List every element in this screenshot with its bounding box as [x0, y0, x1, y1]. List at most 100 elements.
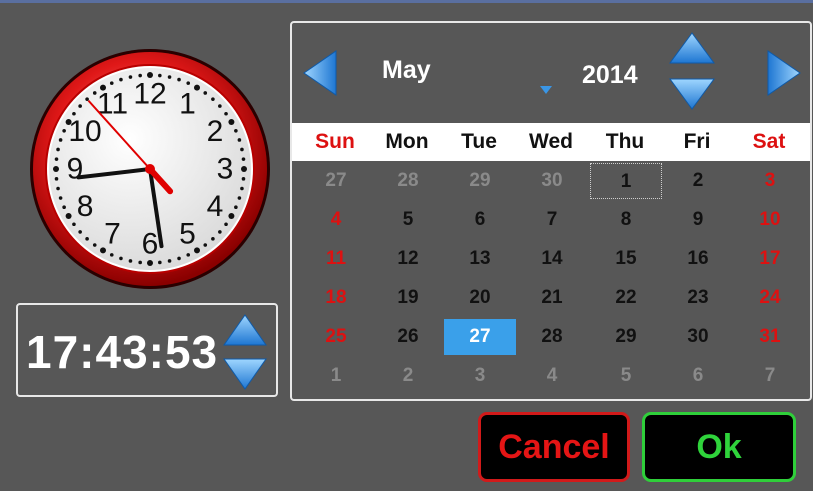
clock-tick — [56, 147, 60, 152]
clock-tick — [119, 77, 123, 82]
calendar-day-outside[interactable]: 28 — [372, 163, 444, 199]
clock-tick — [158, 260, 162, 265]
clock-tick — [177, 77, 181, 82]
calendar-day[interactable]: 20 — [444, 280, 516, 316]
clock-tick — [62, 128, 66, 133]
arrow-right-icon — [767, 50, 801, 96]
clock-tick — [72, 222, 76, 227]
calendar-day[interactable]: 14 — [516, 241, 588, 277]
clock-tick — [241, 157, 246, 161]
clock-tick — [218, 230, 222, 234]
day-grid: 27 28 29 30 1 2 3 4 5 6 7 8 9 10 11 12 13 14 15 16 17 18 19 20 2… — [292, 163, 810, 399]
calendar-day-outside[interactable]: 1 — [300, 358, 372, 394]
calendar-day[interactable]: 2 — [662, 163, 734, 199]
calendar: May 2014 Sun Mon Tue Wed Thu Fri Sat 27 … — [290, 21, 812, 401]
month-label[interactable]: May — [382, 56, 431, 85]
weekday-fri: Fri — [683, 130, 711, 153]
calendar-day[interactable]: 6 — [444, 202, 516, 238]
calendar-day[interactable]: 25 — [300, 319, 372, 355]
calendar-day[interactable]: 23 — [662, 280, 734, 316]
clock-tick — [240, 186, 244, 191]
clock-tick — [167, 75, 172, 79]
calendar-day[interactable]: 3 — [734, 163, 806, 199]
calendar-day[interactable]: 16 — [662, 241, 734, 277]
calendar-day[interactable]: 7 — [516, 202, 588, 238]
calendar-day[interactable]: 28 — [516, 319, 588, 355]
calendar-day[interactable]: 8 — [590, 202, 662, 238]
clock-center-pin — [145, 164, 155, 174]
clock-tick — [78, 230, 82, 234]
clock-number: 9 — [67, 153, 84, 186]
calendar-day-outside[interactable]: 3 — [444, 358, 516, 394]
clock-tick — [53, 166, 59, 172]
calendar-day-outside[interactable]: 30 — [516, 163, 588, 199]
clock-tick — [241, 166, 247, 172]
clock-tick — [234, 128, 238, 133]
next-month-button[interactable] — [766, 49, 802, 97]
month-dropdown-button[interactable] — [538, 83, 554, 95]
ok-button[interactable]: Ok — [642, 412, 796, 482]
calendar-day[interactable]: 21 — [516, 280, 588, 316]
arrow-down-icon — [223, 358, 267, 390]
year-down-button[interactable] — [668, 77, 716, 111]
calendar-day[interactable]: 9 — [662, 202, 734, 238]
calendar-day-outside[interactable]: 6 — [662, 358, 734, 394]
calendar-day[interactable]: 13 — [444, 241, 516, 277]
clock-tick — [237, 138, 242, 142]
date-time-picker-dialog: 12 1 2 3 4 5 6 7 8 9 10 11 17:43:53 May … — [0, 0, 813, 491]
clock-tick — [211, 237, 215, 241]
calendar-day[interactable]: 17 — [734, 241, 806, 277]
clock-tick — [186, 253, 191, 257]
time-display[interactable]: 17:43:53 — [26, 325, 218, 379]
clock-tick — [56, 186, 60, 191]
analog-clock: 12 1 2 3 4 5 6 7 8 9 10 11 — [28, 47, 272, 291]
time-down-button[interactable] — [222, 357, 268, 391]
calendar-day[interactable]: 11 — [300, 241, 372, 277]
calendar-day[interactable]: 18 — [300, 280, 372, 316]
year-up-button[interactable] — [668, 31, 716, 65]
calendar-day[interactable]: 26 — [372, 319, 444, 355]
calendar-day-outside[interactable]: 29 — [444, 163, 516, 199]
clock-tick — [138, 260, 142, 265]
cancel-button[interactable]: Cancel — [478, 412, 630, 482]
calendar-day[interactable]: 15 — [590, 241, 662, 277]
calendar-day[interactable]: 12 — [372, 241, 444, 277]
calendar-day[interactable]: 29 — [590, 319, 662, 355]
calendar-day[interactable]: 19 — [372, 280, 444, 316]
clock-tick — [54, 177, 59, 181]
chevron-down-icon — [540, 86, 552, 94]
calendar-day[interactable]: 1 — [590, 163, 662, 199]
clock-number: 6 — [142, 228, 159, 261]
calendar-day[interactable]: 27 — [444, 319, 516, 355]
calendar-day[interactable]: 31 — [734, 319, 806, 355]
weekday-header-row: Sun Mon Tue Wed Thu Fri Sat — [292, 123, 810, 161]
weekday-sun: Sun — [315, 130, 355, 153]
calendar-day-outside[interactable]: 2 — [372, 358, 444, 394]
clock-tick — [147, 260, 153, 266]
time-up-button[interactable] — [222, 313, 268, 347]
clock-tick — [186, 81, 191, 85]
calendar-day-outside[interactable]: 27 — [300, 163, 372, 199]
clock-tick — [211, 97, 215, 101]
calendar-day[interactable]: 30 — [662, 319, 734, 355]
year-label[interactable]: 2014 — [582, 61, 638, 90]
clock-number: 3 — [217, 153, 234, 186]
calendar-day-outside[interactable]: 7 — [734, 358, 806, 394]
clock-tick — [65, 213, 72, 219]
calendar-day[interactable]: 22 — [590, 280, 662, 316]
calendar-day[interactable]: 24 — [734, 280, 806, 316]
calendar-day-outside[interactable]: 5 — [590, 358, 662, 394]
clock-tick — [128, 75, 133, 79]
clock-tick — [224, 111, 228, 116]
calendar-day-outside[interactable]: 4 — [516, 358, 588, 394]
clock-tick — [58, 196, 63, 200]
clock-tick — [54, 157, 59, 161]
prev-month-button[interactable] — [302, 49, 338, 97]
clock-tick — [92, 243, 97, 247]
calendar-day[interactable]: 5 — [372, 202, 444, 238]
calendar-day[interactable]: 4 — [300, 202, 372, 238]
calendar-day[interactable]: 10 — [734, 202, 806, 238]
clock-tick — [228, 213, 235, 219]
weekday-thu: Thu — [605, 130, 645, 153]
clock-tick — [224, 222, 228, 227]
